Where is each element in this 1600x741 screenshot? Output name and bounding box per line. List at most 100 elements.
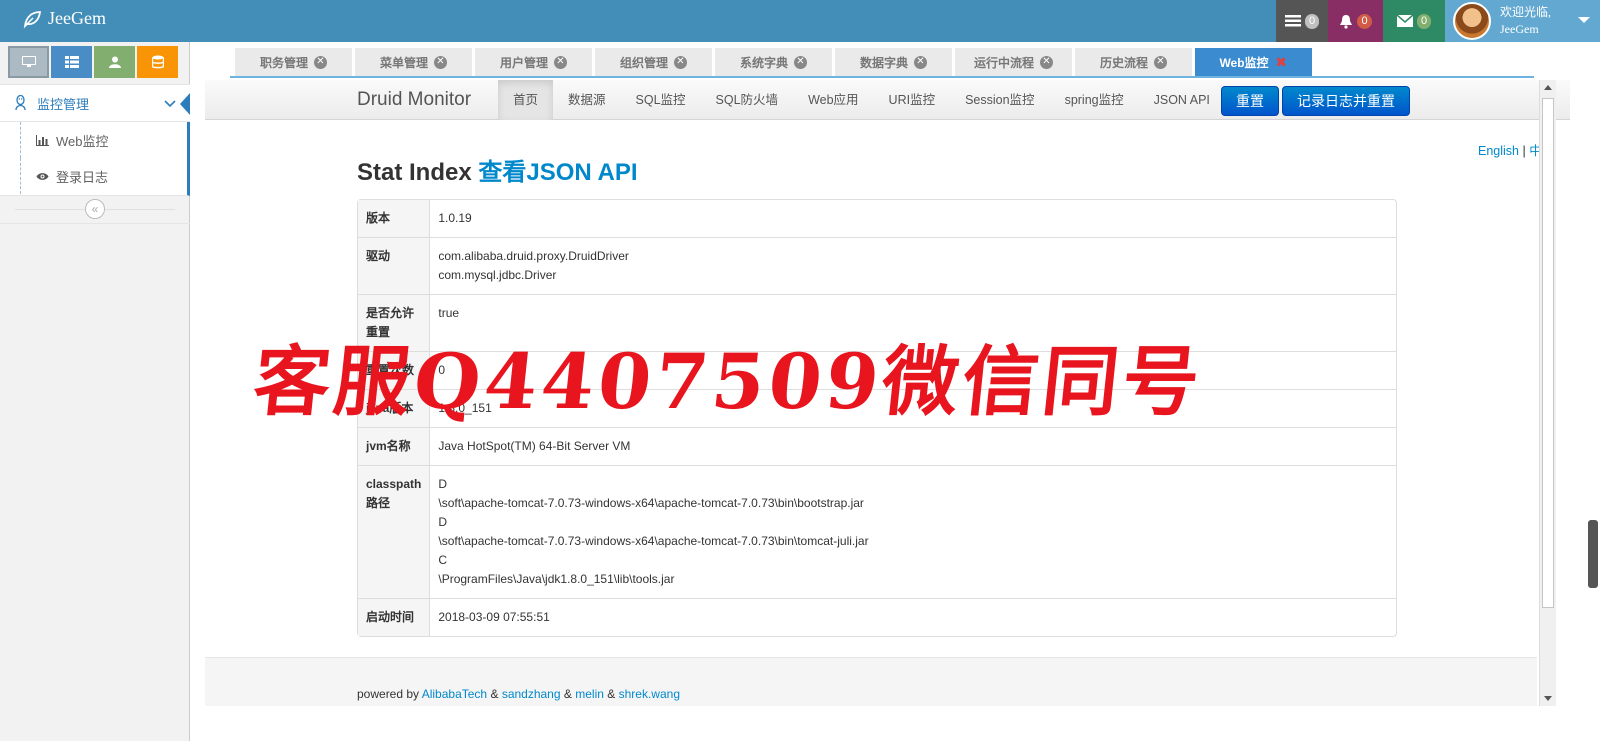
classpath-line: \ProgramFiles\Java\jdk1.8.0_151\lib\tool… bbox=[438, 572, 675, 586]
shortcut-user[interactable] bbox=[94, 46, 135, 78]
active-indicator bbox=[180, 93, 190, 115]
scroll-up-icon[interactable] bbox=[1544, 85, 1552, 90]
druid-menu-spring[interactable]: spring监控 bbox=[1050, 80, 1139, 120]
close-icon[interactable]: ✕ bbox=[314, 55, 327, 69]
scroll-down-icon[interactable] bbox=[1544, 696, 1552, 701]
tab-underline bbox=[230, 76, 1534, 78]
druid-menu-sql[interactable]: SQL监控 bbox=[621, 80, 701, 120]
tab-running-flow[interactable]: 运行中流程 ✕ bbox=[955, 48, 1072, 76]
messages-button[interactable]: 0 bbox=[1383, 0, 1445, 42]
log-and-reset-button[interactable]: 记录日志并重置 bbox=[1282, 86, 1410, 116]
tab-label: 运行中流程 bbox=[973, 55, 1034, 70]
reset-button[interactable]: 重置 bbox=[1221, 86, 1279, 116]
row-key: jvm名称 bbox=[358, 427, 431, 465]
double-angle-left-icon[interactable]: « bbox=[85, 199, 105, 219]
sidebar-item-web-monitor[interactable]: Web监控 bbox=[0, 122, 187, 158]
table-row: jvm名称 Java HotSpot(TM) 64-Bit Server VM bbox=[358, 427, 1396, 465]
shortcut-desktop[interactable] bbox=[8, 46, 49, 78]
user-greeting: 欢迎光临, bbox=[1500, 5, 1552, 19]
close-icon[interactable]: ✕ bbox=[674, 55, 687, 69]
tab-job[interactable]: 职务管理 ✕ bbox=[235, 48, 352, 76]
avatar bbox=[1453, 2, 1491, 40]
footer-link-sandzhang[interactable]: sandzhang bbox=[502, 687, 561, 701]
close-icon[interactable]: ✕ bbox=[914, 55, 927, 69]
close-icon[interactable]: ✕ bbox=[794, 55, 807, 69]
table-row: 版本 1.0.19 bbox=[358, 200, 1396, 237]
shortcut-list[interactable] bbox=[51, 46, 92, 78]
notifications-badge: 0 bbox=[1357, 13, 1372, 29]
footer-link-alibabatech[interactable]: AlibabaTech bbox=[422, 687, 487, 701]
druid-menu-home[interactable]: 首页 bbox=[498, 80, 554, 120]
sidebar-item-login-log[interactable]: 登录日志 bbox=[0, 158, 187, 194]
druid-brand[interactable]: Druid Monitor bbox=[357, 89, 471, 111]
tasks-button[interactable]: 0 bbox=[1276, 0, 1328, 42]
tab-label: 组织管理 bbox=[619, 55, 668, 70]
footer-sep: & bbox=[563, 687, 572, 701]
classpath-line: D bbox=[438, 515, 448, 529]
tab-web-monitor[interactable]: Web监控 ✖ bbox=[1195, 48, 1312, 76]
tab-user[interactable]: 用户管理 ✕ bbox=[475, 48, 592, 76]
user-icon bbox=[108, 56, 121, 68]
druid-footer: powered by AlibabaTech & sandzhang & mel… bbox=[205, 657, 1537, 706]
tab-history-flow[interactable]: 历史流程 ✕ bbox=[1075, 48, 1192, 76]
tab-org[interactable]: 组织管理 ✕ bbox=[595, 48, 712, 76]
bell-icon bbox=[1340, 14, 1353, 29]
table-row: 启动时间 2018-03-09 07:55:51 bbox=[358, 598, 1396, 636]
tab-sys-dict[interactable]: 系统字典 ✕ bbox=[715, 48, 832, 76]
close-icon[interactable]: ✖ bbox=[1275, 55, 1288, 69]
druid-menu-datasource[interactable]: 数据源 bbox=[553, 80, 621, 120]
footer-sep: & bbox=[490, 687, 499, 701]
row-key: classpath路径 bbox=[358, 465, 431, 598]
druid-menu-session[interactable]: Session监控 bbox=[950, 80, 1049, 120]
classpath-line: C bbox=[438, 553, 448, 567]
watermark-text: 客服Q4407509微信同号 bbox=[249, 337, 1208, 426]
shortcut-database[interactable] bbox=[137, 46, 178, 78]
tab-menu[interactable]: 菜单管理 ✕ bbox=[355, 48, 472, 76]
brand[interactable]: JeeGem bbox=[22, 8, 106, 29]
chevron-down-icon bbox=[164, 100, 176, 108]
lang-english-link[interactable]: English bbox=[1478, 144, 1519, 158]
row-value: Java HotSpot(TM) 64-Bit Server VM bbox=[430, 427, 1396, 465]
footer-link-melin[interactable]: melin bbox=[575, 687, 604, 701]
json-api-link[interactable]: 查看JSON API bbox=[478, 159, 637, 186]
close-icon[interactable]: ✕ bbox=[1040, 55, 1053, 69]
scroll-thumb[interactable] bbox=[1542, 98, 1554, 608]
sidebar-shortcuts bbox=[8, 46, 178, 78]
user-info: 欢迎光临, JeeGem bbox=[1500, 4, 1551, 38]
row-value: D \soft\apache-tomcat-7.0.73-windows-x64… bbox=[430, 465, 1396, 598]
classpath-line: \soft\apache-tomcat-7.0.73-windows-x64\a… bbox=[438, 534, 869, 548]
sidebar-item-monitor[interactable]: 监控管理 bbox=[0, 84, 190, 122]
tasks-badge: 0 bbox=[1304, 13, 1320, 29]
footer-link-shrek[interactable]: shrek.wang bbox=[619, 687, 680, 701]
sidebar-item-label: 登录日志 bbox=[56, 169, 109, 185]
notifications-button[interactable]: 0 bbox=[1328, 0, 1383, 42]
eye-icon bbox=[36, 172, 50, 181]
driver-line: com.alibaba.druid.proxy.DruidDriver bbox=[438, 249, 629, 263]
druid-menu-wall[interactable]: SQL防火墙 bbox=[701, 80, 794, 120]
druid-menu-uri[interactable]: URI监控 bbox=[874, 80, 951, 120]
druid-navbar: Druid Monitor 首页 数据源 SQL监控 SQL防火墙 Web应用 … bbox=[205, 80, 1570, 120]
sidebar-collapse-bar: « bbox=[0, 196, 190, 224]
table-row: 驱动 com.alibaba.druid.proxy.DruidDriver c… bbox=[358, 237, 1396, 294]
tab-data-dict[interactable]: 数据字典 ✕ bbox=[835, 48, 952, 76]
user-menu[interactable]: 欢迎光临, JeeGem bbox=[1445, 0, 1600, 42]
tab-label: Web监控 bbox=[1219, 55, 1269, 70]
row-key: 启动时间 bbox=[358, 598, 431, 636]
close-icon[interactable]: ✕ bbox=[554, 55, 567, 69]
tasks-icon bbox=[1284, 15, 1301, 27]
sidebar-submenu: Web监控 登录日志 bbox=[0, 122, 190, 196]
close-icon[interactable]: ✕ bbox=[434, 55, 447, 69]
close-icon[interactable]: ✕ bbox=[1154, 55, 1167, 69]
page-scrollbar-thumb[interactable] bbox=[1588, 520, 1598, 588]
druid-menu-webapp[interactable]: Web应用 bbox=[793, 80, 873, 120]
classpath-line: \soft\apache-tomcat-7.0.73-windows-x64\a… bbox=[438, 496, 864, 510]
envelope-icon bbox=[1396, 15, 1413, 27]
content-scrollbar[interactable] bbox=[1539, 80, 1556, 706]
footer-prefix: powered by bbox=[357, 687, 420, 701]
druid-menu-json-api[interactable]: JSON API bbox=[1139, 80, 1225, 120]
tab-label: 数据字典 bbox=[859, 55, 908, 70]
tab-label: 用户管理 bbox=[499, 55, 548, 70]
row-key: 驱动 bbox=[358, 237, 431, 294]
sidebar-item-label: Web监控 bbox=[56, 133, 109, 149]
tab-label: 菜单管理 bbox=[379, 55, 428, 70]
